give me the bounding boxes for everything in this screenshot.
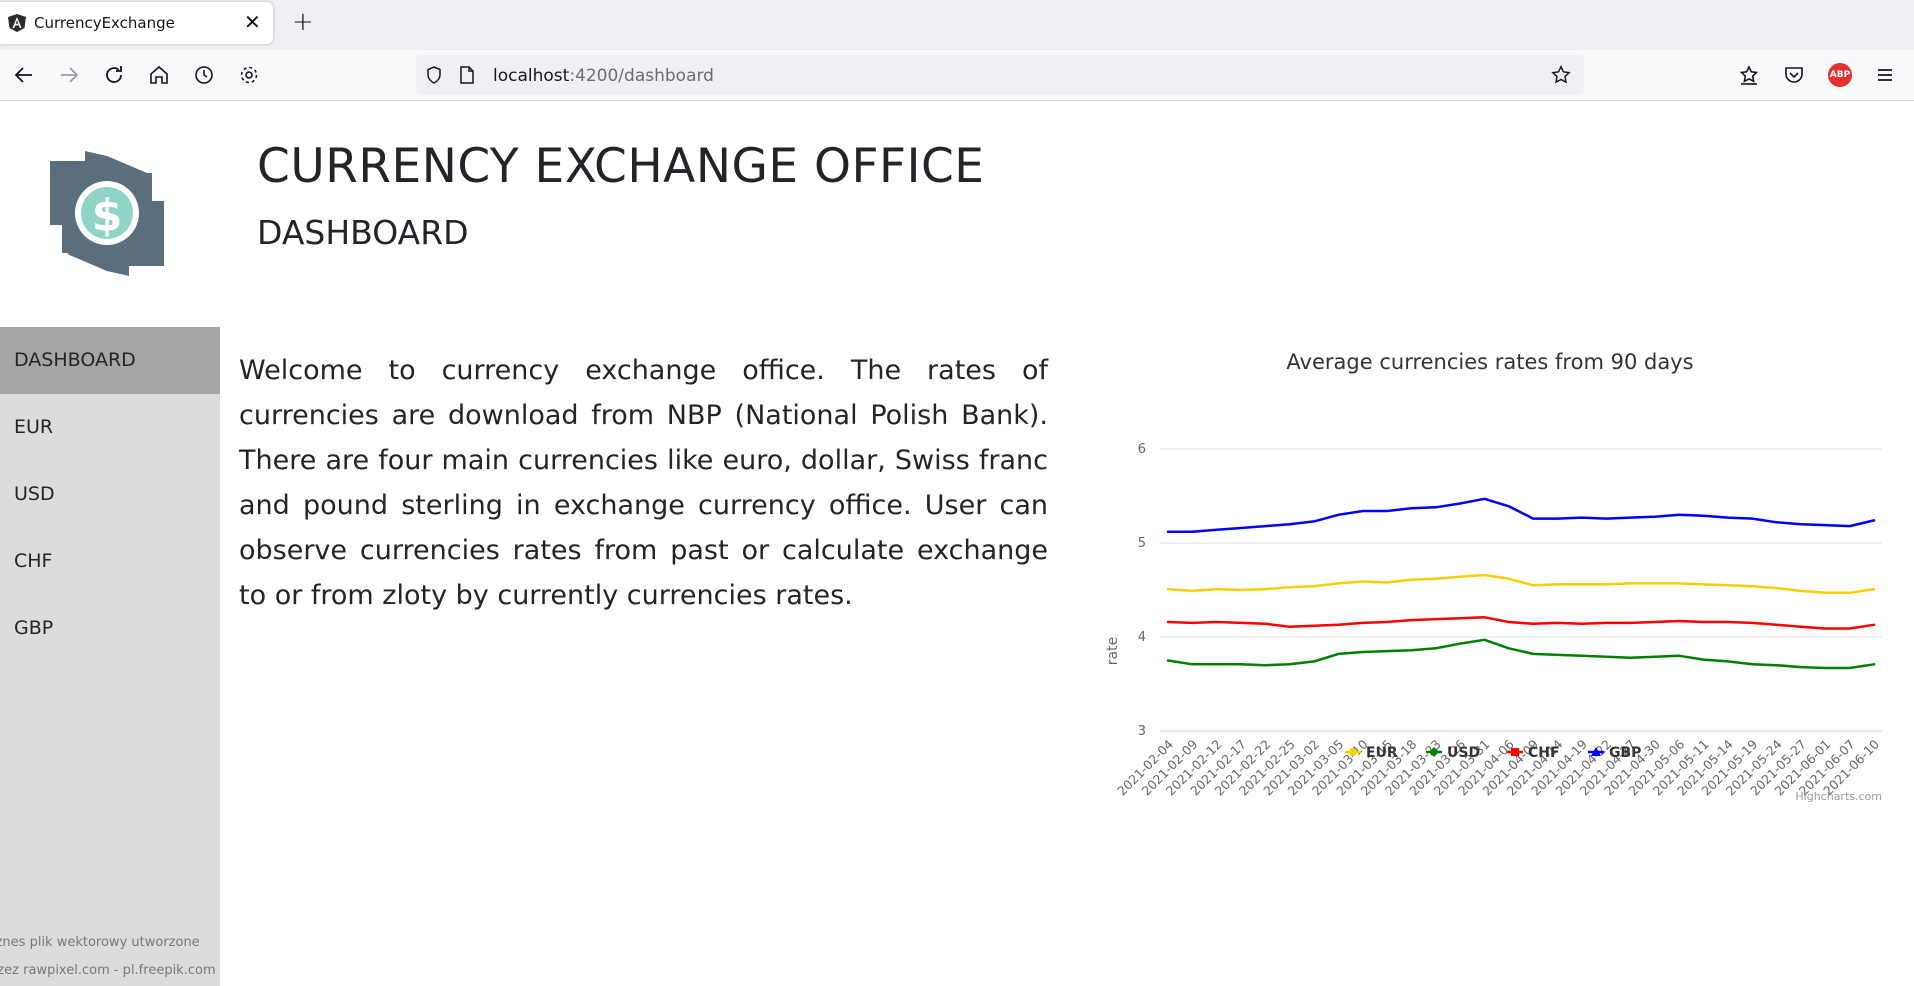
chart-legend-item-usd[interactable]: USD <box>1426 745 1480 761</box>
sidebar: DASHBOARD EUR USD CHF GBP iznes plik wek… <box>0 327 220 986</box>
pocket-icon[interactable] <box>1782 63 1806 87</box>
chart-y-tick-label: 5 <box>1138 536 1146 551</box>
app-page: $ CURRENCY EXCHANGE OFFICE DASHBOARD DAS… <box>0 101 1914 986</box>
collections-star-icon[interactable] <box>1737 63 1761 87</box>
chart-series-line-gbp <box>1166 497 1876 533</box>
hamburger-menu-icon[interactable] <box>1873 63 1897 87</box>
legend-label: EUR <box>1366 745 1398 761</box>
sidebar-item-gbp[interactable]: GBP <box>0 595 220 662</box>
angular-favicon-icon <box>8 14 26 32</box>
image-credit-line-2: rzez rawpixel.com - pl.freepik.com <box>0 963 216 978</box>
chart-credits[interactable]: Highcharts.com <box>1795 790 1882 803</box>
adblock-plus-icon[interactable]: ABP <box>1828 63 1852 87</box>
url-bar[interactable]: localhost:4200/dashboard <box>416 55 1584 95</box>
chart-series-line-usd <box>1166 638 1876 670</box>
tab-title: CurrencyExchange <box>34 14 175 32</box>
chart-y-axis-label: rate <box>1105 637 1121 665</box>
new-tab-icon[interactable]: + <box>292 8 314 36</box>
image-credit-line-1: iznes plik wektorowy utworzone <box>0 935 200 950</box>
url-text[interactable]: localhost:4200/dashboard <box>493 66 714 86</box>
chart-y-tick-label: 6 <box>1138 442 1146 457</box>
chart-series-line-eur <box>1166 573 1876 595</box>
sidebar-item-usd[interactable]: USD <box>0 461 220 528</box>
currency-exchange-logo-icon: $ <box>50 151 164 276</box>
settings-gear-icon[interactable] <box>237 63 261 87</box>
chart-series-line-chf <box>1166 616 1876 630</box>
forward-arrow-icon[interactable] <box>57 63 81 87</box>
history-clock-icon[interactable] <box>192 63 216 87</box>
welcome-paragraph: Welcome to currency exchange office. The… <box>239 355 1048 611</box>
legend-marker-circle <box>1349 748 1357 756</box>
rates-line-chart: Average currencies rates from 90 days ra… <box>1105 350 1882 803</box>
browser-tab-bar: CurrencyExchange ✕ + <box>0 0 1914 50</box>
chart-y-tick-label: 3 <box>1138 724 1146 739</box>
chart-y-tick-label: 4 <box>1138 630 1146 645</box>
svg-text:$: $ <box>92 190 123 241</box>
legend-label: USD <box>1447 745 1480 761</box>
browser-tab[interactable]: CurrencyExchange ✕ <box>0 2 273 44</box>
back-arrow-icon[interactable] <box>12 63 36 87</box>
legend-label: GBP <box>1609 745 1641 761</box>
tracking-shield-icon[interactable] <box>424 65 444 85</box>
page-info-icon[interactable] <box>458 65 476 85</box>
close-tab-icon[interactable]: ✕ <box>244 11 261 33</box>
home-icon[interactable] <box>147 63 171 87</box>
page-title: CURRENCY EXCHANGE OFFICE <box>257 139 985 194</box>
legend-marker-square <box>1511 748 1519 756</box>
chart-title: Average currencies rates from 90 days <box>1286 350 1693 374</box>
sidebar-item-eur[interactable]: EUR <box>0 394 220 461</box>
sidebar-item-dashboard[interactable]: DASHBOARD <box>0 327 220 394</box>
reload-icon[interactable] <box>102 63 126 87</box>
legend-label: CHF <box>1528 745 1560 761</box>
bookmark-star-icon[interactable] <box>1550 64 1572 86</box>
sidebar-item-chf[interactable]: CHF <box>0 528 220 595</box>
page-subtitle: DASHBOARD <box>257 213 469 252</box>
